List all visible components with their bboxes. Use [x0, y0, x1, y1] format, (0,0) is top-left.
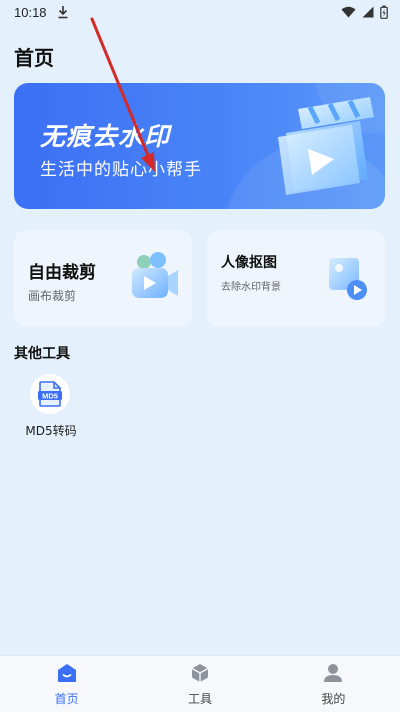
person-icon [324, 664, 343, 682]
watermark-removal-banner[interactable]: 无痕去水印 生活中的贴心小帮手 [14, 83, 385, 209]
md5-tool-label: MD5转码 [25, 424, 77, 438]
status-bar: 10:18 [0, 0, 400, 24]
portrait-matting-title: 人像抠图 [221, 255, 277, 271]
md5-file-icon: MD5 [38, 381, 62, 407]
nav-mine[interactable]: 我的 [267, 656, 400, 712]
wifi-icon [341, 6, 356, 18]
battery-icon [380, 5, 388, 19]
portrait-matting-subtitle: 去除水印背景 [221, 282, 281, 293]
cube-icon [191, 664, 209, 682]
download-icon [58, 6, 68, 19]
free-crop-title: 自由裁剪 [28, 263, 96, 283]
banner-subtitle: 生活中的贴心小帮手 [40, 160, 202, 180]
free-crop-card[interactable]: 自由裁剪 画布裁剪 [14, 230, 192, 327]
video-clapper-icon [278, 97, 374, 195]
md5-convert-tool[interactable]: MD5 MD5转码 [22, 372, 80, 438]
image-video-icon [329, 258, 367, 300]
status-time: 10:18 [14, 4, 47, 20]
page-title: 首页 [14, 46, 54, 70]
nav-home-label: 首页 [54, 692, 79, 706]
free-crop-subtitle: 画布裁剪 [28, 289, 77, 303]
nav-tools-label: 工具 [187, 692, 212, 706]
portrait-matting-card[interactable]: 人像抠图 去除水印背景 [207, 230, 385, 327]
signal-icon [362, 6, 374, 18]
nav-mine-label: 我的 [321, 692, 346, 706]
status-icons [341, 5, 388, 19]
md5-icon-wrapper: MD5 [30, 374, 70, 414]
bottom-nav: 首页 工具 我的 [0, 655, 400, 712]
banner-title: 无痕去水印 [40, 122, 171, 151]
other-tools-title: 其他工具 [14, 346, 70, 362]
home-icon [57, 664, 76, 682]
nav-home[interactable]: 首页 [0, 656, 133, 712]
nav-tools[interactable]: 工具 [133, 656, 266, 712]
md5-icon-text: MD5 [42, 391, 58, 400]
video-camera-icon [132, 252, 178, 298]
